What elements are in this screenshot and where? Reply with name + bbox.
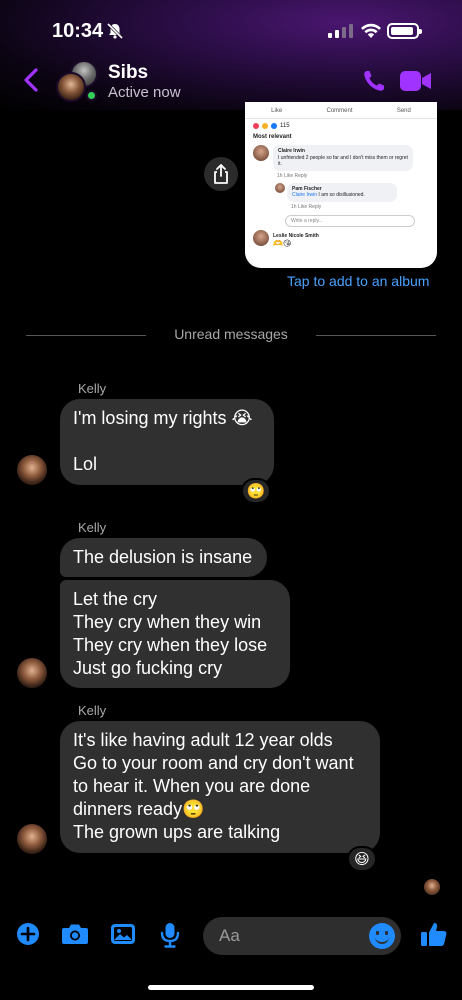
comment: Claire Irwin I unfriended 2 people so fa… — [245, 145, 437, 181]
message-bubble[interactable]: I'm losing my rights 😭 Lol — [60, 399, 274, 485]
message-line — [73, 430, 261, 453]
share-button[interactable] — [204, 157, 238, 191]
commenter-avatar — [253, 145, 269, 161]
sort-label: Most relevant — [253, 134, 292, 140]
sender-avatar[interactable] — [17, 658, 47, 688]
shared-image[interactable]: Like Comment Send 115 Most relevant Clai… — [245, 102, 437, 268]
commenter-avatar — [253, 229, 269, 246]
comment: Pam Fischer Claire Irwin I am so disillu… — [245, 182, 437, 212]
message-line: They cry when they lose — [73, 635, 268, 655]
message-bubble[interactable]: Let the cry They cry when they win They … — [60, 580, 290, 688]
reaction-count: 115 — [280, 123, 290, 129]
post-actions: Like Comment Send — [245, 102, 437, 119]
commenter-avatar — [275, 182, 285, 193]
divider-line — [316, 335, 436, 336]
comment-mention: Claire Irwin — [292, 192, 318, 198]
message-line: dinners ready🙄 — [73, 799, 205, 819]
message-input[interactable]: Aa — [203, 917, 401, 955]
microphone-icon[interactable] — [160, 922, 180, 948]
message-reaction[interactable]: 😆 — [347, 846, 377, 872]
cellular-signal-icon — [328, 24, 353, 38]
message-line: They cry when they win — [73, 612, 262, 632]
conversation-header: Sibs Active now — [0, 60, 462, 104]
member-avatar — [56, 72, 86, 102]
message-line: I'm losing my rights 😭 — [73, 408, 253, 428]
reply-field: Write a reply... — [285, 214, 415, 227]
message-reaction[interactable]: 🙄 — [241, 478, 271, 504]
conversation-title[interactable]: Sibs — [108, 62, 148, 84]
comment-bubble: Claire Irwin I unfriended 2 people so fa… — [273, 145, 413, 171]
sender-avatar[interactable] — [17, 455, 47, 485]
reaction-summary: 115 — [245, 119, 437, 133]
like-label: Like — [271, 108, 283, 114]
message-bubble[interactable]: The delusion is insane — [60, 538, 267, 577]
video-call-icon[interactable] — [400, 70, 432, 92]
status-bar: 10:34 — [0, 18, 462, 46]
gallery-icon[interactable] — [110, 922, 136, 946]
emoji-icon[interactable] — [369, 923, 395, 949]
comment-text: I am so disillusioned. — [317, 192, 365, 198]
message-bubble[interactable]: It's like having adult 12 year olds Go t… — [60, 721, 380, 853]
group-avatar[interactable] — [56, 60, 100, 104]
message-line: Let the cry — [73, 589, 158, 609]
message-line: The grown ups are talking — [73, 822, 281, 842]
back-chevron-icon[interactable] — [22, 66, 40, 94]
share-icon — [214, 164, 228, 184]
online-indicator — [86, 90, 97, 101]
comment-meta: 1h Like Reply — [291, 203, 322, 210]
read-receipt-avatar — [424, 879, 440, 895]
message-input-placeholder: Aa — [219, 926, 240, 945]
unread-divider: Unread messages — [26, 326, 436, 346]
message-line: Just go fucking cry — [73, 658, 223, 678]
send-label: Send — [396, 108, 411, 114]
clock: 10:34 — [52, 20, 104, 42]
comment-bubble: Pam Fischer Claire Irwin I am so disillu… — [287, 182, 397, 202]
message-line: to hear it. When you are done — [73, 776, 311, 796]
sender-name: Kelly — [78, 381, 107, 396]
plus-icon[interactable] — [16, 922, 40, 946]
phone-call-icon[interactable] — [362, 69, 386, 93]
home-indicator[interactable] — [148, 985, 314, 990]
comment-emojis: 🫶😘 — [273, 238, 292, 248]
silent-mode-icon — [106, 22, 124, 40]
message-line: Lol — [73, 454, 98, 474]
message-line: The delusion is insane — [73, 547, 253, 567]
comment: Leslie Nicole Smith 🫶😘 — [245, 229, 437, 248]
composer-bar: Aa — [0, 912, 462, 960]
reaction-icon — [253, 123, 259, 129]
unread-label: Unread messages — [174, 326, 288, 342]
reaction-icon — [262, 123, 268, 129]
comment-author: Leslie Nicole Smith — [273, 232, 319, 239]
wifi-icon — [361, 23, 381, 38]
sender-name: Kelly — [78, 520, 107, 535]
add-to-album-link[interactable]: Tap to add to an album — [287, 273, 429, 289]
battery-icon — [387, 23, 422, 39]
comment-meta: 1h Like Reply — [277, 172, 308, 179]
message-line: Go to your room and cry don't want — [73, 753, 354, 773]
sender-avatar[interactable] — [17, 824, 47, 854]
comment-label: Comment — [326, 108, 353, 114]
comment-text: I unfriended 2 people so far and I don't… — [278, 154, 408, 168]
message-line: It's like having adult 12 year olds — [73, 730, 333, 750]
reaction-icon — [271, 123, 277, 129]
thumbs-up-icon[interactable] — [420, 920, 448, 948]
active-status: Active now — [108, 84, 181, 101]
sender-name: Kelly — [78, 703, 107, 718]
camera-icon[interactable] — [61, 922, 89, 946]
